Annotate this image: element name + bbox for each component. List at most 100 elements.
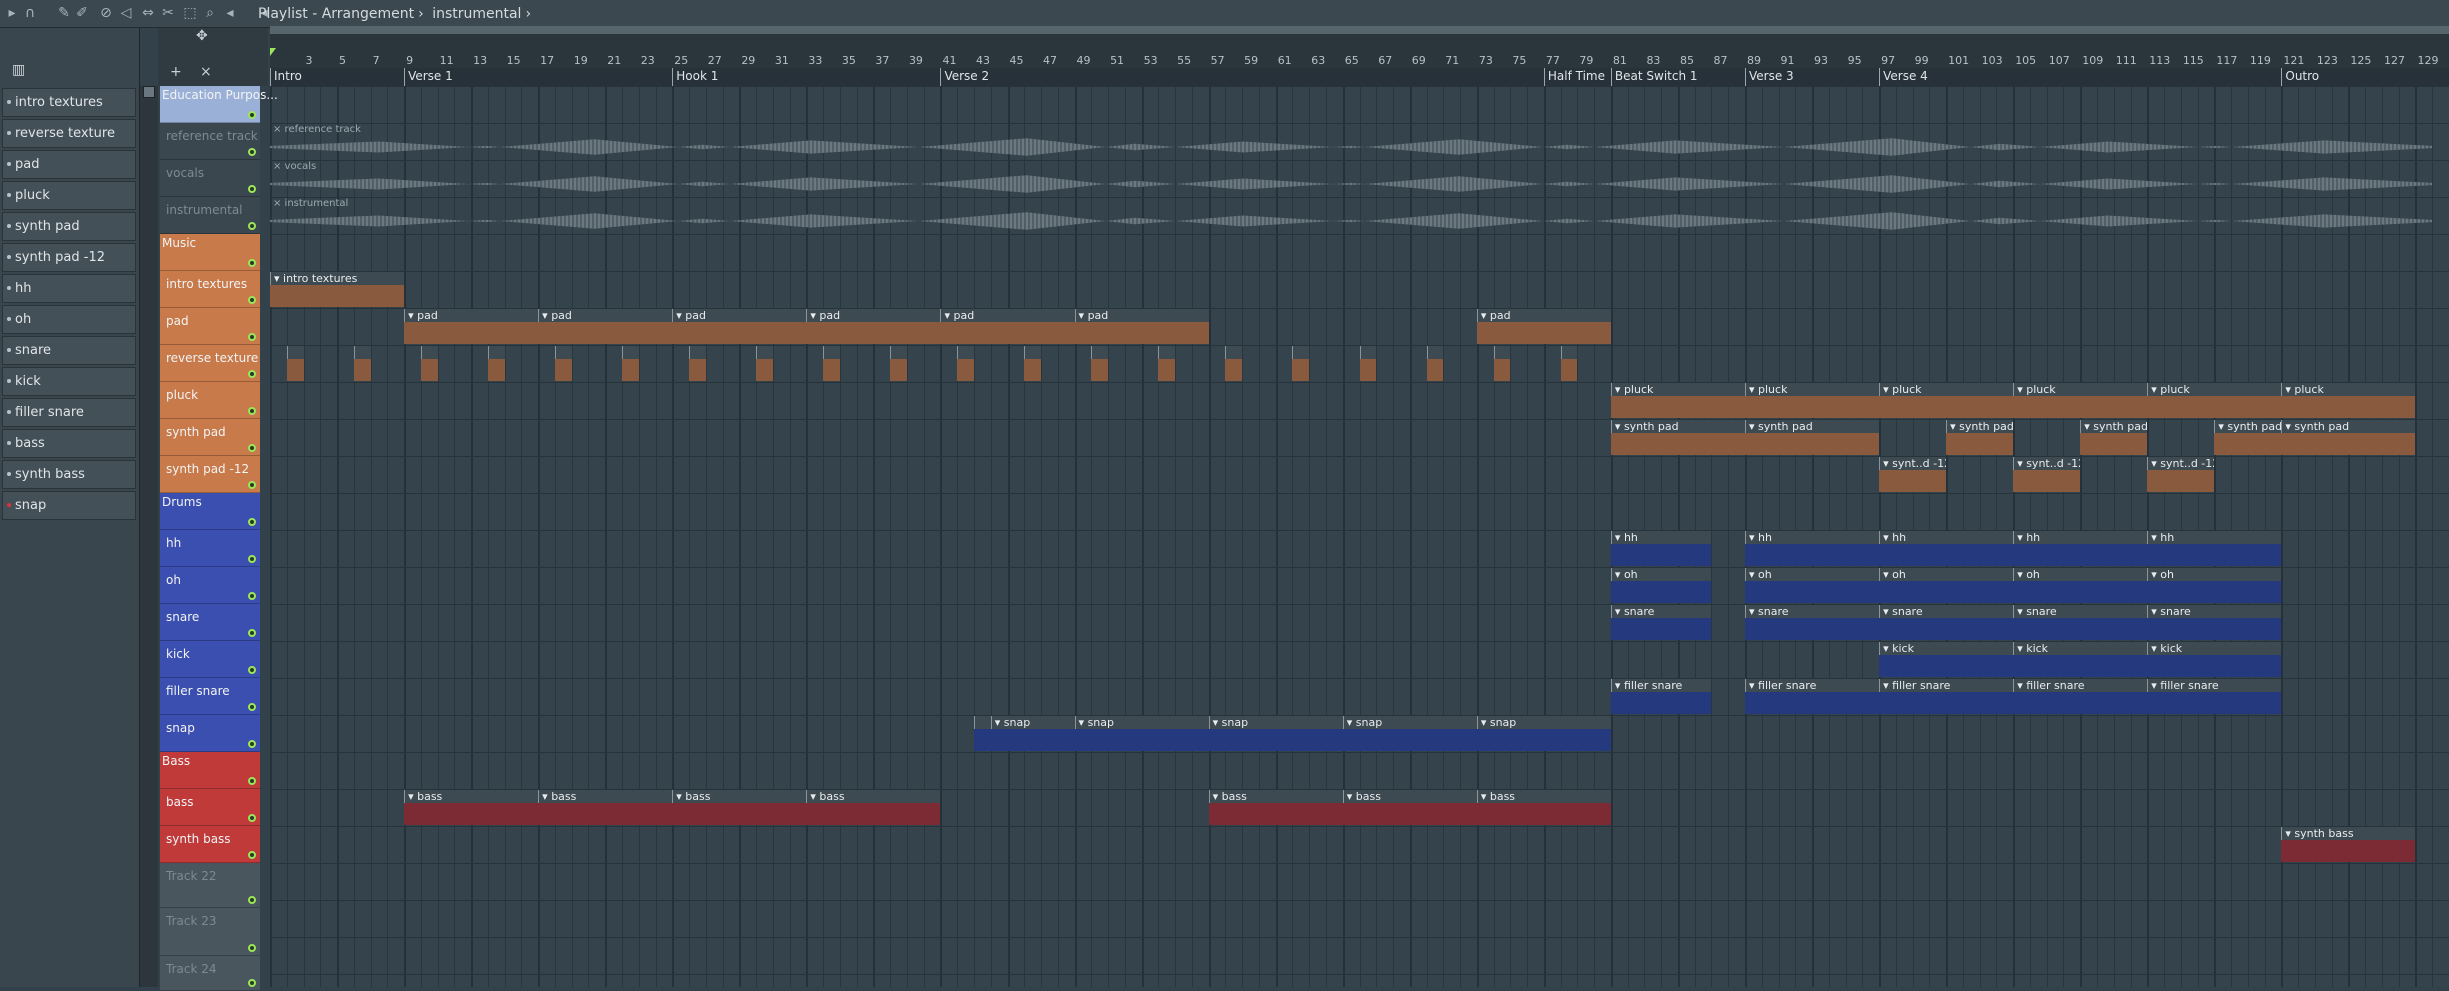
bullet-icon — [7, 410, 11, 414]
track-header-synth-bass[interactable]: synth bass — [160, 826, 260, 863]
track-enable-icon[interactable] — [248, 185, 256, 193]
track-header-snare[interactable]: snare — [160, 604, 260, 641]
track-label: Track 23 — [166, 914, 217, 928]
select-icon[interactable]: ⬚ — [182, 5, 198, 21]
slip-icon[interactable]: ⇔ — [140, 5, 156, 21]
magnet-icon[interactable]: ∩ — [22, 5, 38, 21]
track-enable-icon[interactable] — [248, 555, 256, 563]
track-header-synth-pad-12[interactable]: synth pad -12 — [160, 456, 260, 493]
track-enable-icon[interactable] — [248, 703, 256, 711]
zoom-icon[interactable]: ⌕ — [202, 5, 218, 21]
browser-item[interactable]: synth pad -12 — [2, 243, 136, 272]
overview-scrollbar[interactable] — [270, 26, 2449, 34]
mute-icon[interactable]: ◁ — [118, 5, 134, 21]
piano-icon[interactable]: ▥ — [12, 62, 25, 78]
marker-beat-switch-1[interactable]: Beat Switch 1 — [1610, 68, 1698, 86]
pencil-icon[interactable]: ✎ — [56, 5, 72, 21]
track-enable-icon[interactable] — [248, 814, 256, 822]
track-group-group_bass[interactable]: Bass — [160, 752, 260, 789]
track-header-oh[interactable]: oh — [160, 567, 260, 604]
marker-verse-2[interactable]: Verse 2 — [940, 68, 989, 86]
marker-outro[interactable]: Outro — [2281, 68, 2319, 86]
track-header-vocals[interactable]: vocals — [160, 160, 260, 197]
track-enable-icon[interactable] — [248, 979, 256, 987]
browser-item[interactable]: intro textures — [2, 88, 136, 117]
track-enable-icon[interactable] — [248, 407, 256, 415]
browser-item[interactable]: pluck — [2, 181, 136, 210]
browser-item[interactable]: snap — [2, 491, 136, 520]
marker-verse-1[interactable]: Verse 1 — [404, 68, 453, 86]
browser-item[interactable]: kick — [2, 367, 136, 396]
close-icon[interactable]: × — [200, 64, 212, 80]
move-icon[interactable]: ✥ — [196, 28, 208, 44]
track-header-track22[interactable]: Track 22 — [160, 863, 260, 908]
track-enable-icon[interactable] — [248, 259, 256, 267]
track-header-intro-textures[interactable]: intro textures — [160, 271, 260, 308]
track-header-kick[interactable]: kick — [160, 641, 260, 678]
marker-intro[interactable]: Intro — [270, 68, 302, 86]
track-enable-icon[interactable] — [248, 777, 256, 785]
track-header-pluck[interactable]: pluck — [160, 382, 260, 419]
track-enable-icon[interactable] — [248, 370, 256, 378]
playback-icon[interactable]: ◂ — [222, 5, 238, 21]
scroll-thumb[interactable] — [143, 86, 155, 98]
track-enable-icon[interactable] — [248, 896, 256, 904]
breadcrumb-playlist[interactable]: Playlist - Arrangement — [258, 6, 414, 22]
browser-item[interactable]: hh — [2, 274, 136, 303]
track-enable-icon[interactable] — [248, 111, 256, 119]
browser-item[interactable]: reverse texture — [2, 119, 136, 148]
track-enable-icon[interactable] — [248, 944, 256, 952]
add-icon[interactable]: + — [170, 64, 182, 80]
browser-item[interactable]: bass — [2, 429, 136, 458]
track-group-group_music[interactable]: Music — [160, 234, 260, 271]
track-enable-icon[interactable] — [248, 148, 256, 156]
bullet-icon — [7, 503, 11, 507]
track-enable-icon[interactable] — [248, 518, 256, 526]
track-enable-icon[interactable] — [248, 481, 256, 489]
paint-icon[interactable]: ✐ — [74, 5, 90, 21]
delete-icon[interactable]: ⊘ — [98, 5, 114, 21]
playhead-marker[interactable] — [270, 48, 276, 56]
track-header-hh[interactable]: hh — [160, 530, 260, 567]
track-enable-icon[interactable] — [248, 296, 256, 304]
track-label: bass — [166, 795, 194, 809]
browser-item[interactable]: pad — [2, 150, 136, 179]
track-enable-icon[interactable] — [248, 222, 256, 230]
track-enable-icon[interactable] — [248, 666, 256, 674]
track-header-filler-snare[interactable]: filler snare — [160, 678, 260, 715]
slice-icon[interactable]: ✂ — [160, 5, 176, 21]
track-header-reference[interactable]: reference track — [160, 123, 260, 160]
track-enable-icon[interactable] — [248, 444, 256, 452]
bar-number: 21 — [607, 54, 622, 67]
track-enable-icon[interactable] — [248, 629, 256, 637]
marker-verse-4[interactable]: Verse 4 — [1879, 68, 1928, 86]
browser-item[interactable]: filler snare — [2, 398, 136, 427]
track-header-synth-pad[interactable]: synth pad — [160, 419, 260, 456]
bar-number: 25 — [674, 54, 689, 67]
track-enable-icon[interactable] — [248, 851, 256, 859]
track-enable-icon[interactable] — [248, 592, 256, 600]
marker-half-time[interactable]: Half Time — [1543, 68, 1605, 86]
track-enable-icon[interactable] — [248, 333, 256, 341]
track-header-reverse-texture[interactable]: reverse texture — [160, 345, 260, 382]
track-label: filler snare — [166, 684, 230, 698]
browser-scrollbar[interactable] — [140, 86, 158, 987]
track-group-group_drums[interactable]: Drums — [160, 493, 260, 530]
track-header-instrumental[interactable]: instrumental — [160, 197, 260, 234]
track-group-group_education[interactable]: Education Purpos... — [160, 86, 278, 123]
record-icon[interactable]: ▸ — [4, 5, 20, 21]
browser-item[interactable]: oh — [2, 305, 136, 334]
breadcrumb-instrumental[interactable]: instrumental — [432, 6, 521, 22]
marker-hook-1[interactable]: Hook 1 — [672, 68, 718, 86]
track-header-track23[interactable]: Track 23 — [160, 908, 260, 956]
browser-item[interactable]: synth pad — [2, 212, 136, 241]
track-enable-icon[interactable] — [248, 740, 256, 748]
bar-number: 61 — [1277, 54, 1292, 67]
marker-verse-3[interactable]: Verse 3 — [1745, 68, 1794, 86]
track-header-snap[interactable]: snap — [160, 715, 260, 752]
browser-item[interactable]: snare — [2, 336, 136, 365]
track-header-track24[interactable]: Track 24 — [160, 956, 260, 991]
track-header-pad[interactable]: pad — [160, 308, 260, 345]
browser-item[interactable]: synth bass — [2, 460, 136, 489]
track-header-bass[interactable]: bass — [160, 789, 260, 826]
